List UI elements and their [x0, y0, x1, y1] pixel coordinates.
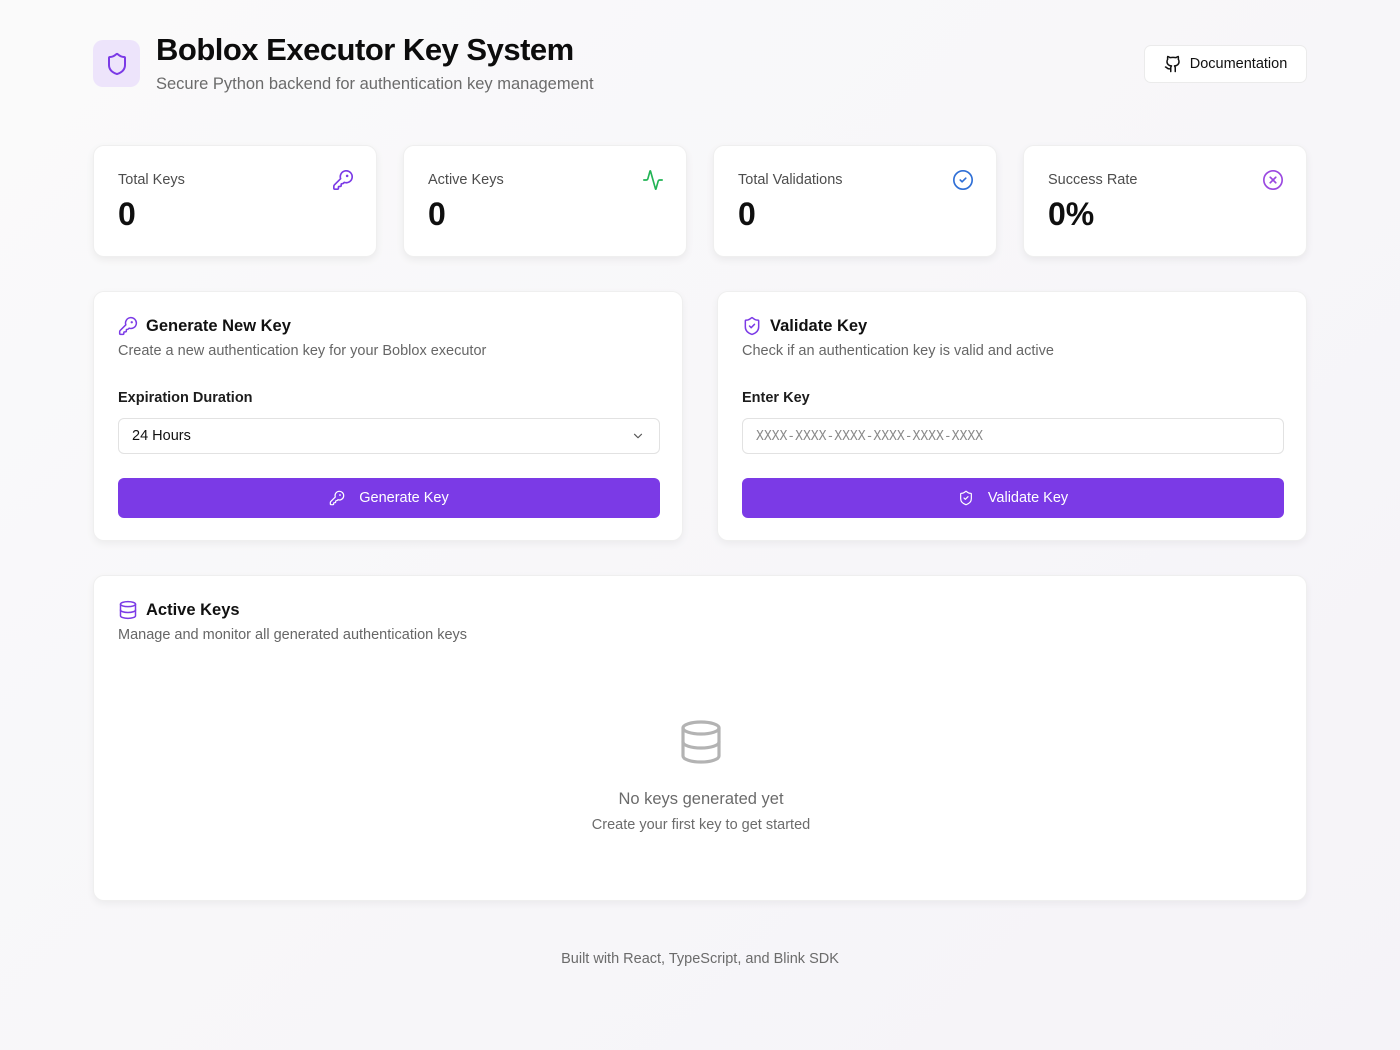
panel-title: Generate New Key	[146, 316, 291, 335]
validate-key-panel: Validate Key Check if an authentication …	[717, 291, 1307, 541]
documentation-button[interactable]: Documentation	[1144, 45, 1307, 83]
database-icon	[681, 720, 721, 764]
stat-value: 0	[738, 196, 756, 232]
stat-label: Total Keys	[118, 172, 185, 188]
logo	[93, 40, 140, 87]
stat-card-active-keys: Active Keys 0	[403, 145, 687, 257]
page-title: Boblox Executor Key System	[156, 32, 574, 67]
stat-label: Total Validations	[738, 172, 843, 188]
stat-label: Success Rate	[1048, 172, 1138, 188]
activity-icon	[643, 170, 663, 190]
check-circle-icon	[953, 170, 973, 190]
page-header: Boblox Executor Key System Secure Python…	[93, 32, 1307, 102]
generate-key-button[interactable]: Generate Key	[118, 478, 660, 518]
panel-description: Manage and monitor all generated authent…	[118, 627, 468, 643]
empty-state: No keys generated yet Create your first …	[94, 718, 1308, 833]
documentation-label: Documentation	[1189, 56, 1288, 72]
empty-state-subtitle: Create your first key to get started	[591, 817, 811, 833]
stats-row: Total Keys 0 Active Keys 0 Total Validat…	[93, 145, 1307, 257]
key-icon	[118, 316, 138, 336]
github-icon	[1164, 55, 1180, 73]
active-keys-panel: Active Keys Manage and monitor all gener…	[93, 575, 1307, 901]
stat-value: 0%	[1048, 196, 1095, 232]
footer-text: Built with React, TypeScript, and Blink …	[561, 951, 839, 967]
stat-card-total-keys: Total Keys 0	[93, 145, 377, 257]
enter-key-label: Enter Key	[742, 390, 810, 406]
key-icon	[333, 170, 353, 190]
panel-header: Validate Key	[742, 316, 867, 336]
stat-card-total-validations: Total Validations 0	[713, 145, 997, 257]
expiration-select[interactable]: 24 Hours	[118, 418, 660, 454]
validate-key-button[interactable]: Validate Key	[742, 478, 1284, 518]
shield-check-icon	[744, 316, 760, 336]
validate-key-label: Validate Key	[987, 490, 1069, 506]
empty-state-title: No keys generated yet	[618, 790, 784, 808]
panel-description: Create a new authentication key for your…	[118, 343, 487, 359]
shield-check-icon	[959, 490, 972, 506]
page: Boblox Executor Key System Secure Python…	[93, 0, 1307, 1050]
panel-title: Active Keys	[146, 600, 240, 619]
x-circle-icon	[1263, 170, 1283, 190]
generate-key-panel: Generate New Key Create a new authentica…	[93, 291, 683, 541]
expiration-label: Expiration Duration	[118, 390, 253, 406]
panel-title: Validate Key	[770, 316, 868, 335]
panel-description: Check if an authentication key is valid …	[742, 343, 1054, 359]
stat-label: Active Keys	[428, 172, 504, 188]
expiration-selected-value: 24 Hours	[132, 428, 191, 444]
stat-value: 0	[118, 196, 136, 232]
key-input[interactable]	[742, 418, 1284, 454]
panel-header: Generate New Key	[118, 316, 291, 336]
generate-key-label: Generate Key	[359, 490, 449, 506]
panel-header: Active Keys	[118, 600, 240, 620]
key-icon	[329, 490, 345, 506]
stat-value: 0	[428, 196, 446, 232]
stat-card-success-rate: Success Rate 0%	[1023, 145, 1307, 257]
database-icon	[119, 600, 137, 620]
chevron-down-icon	[633, 433, 643, 439]
shield-icon	[107, 52, 126, 75]
page-subtitle: Secure Python backend for authentication…	[156, 75, 594, 93]
